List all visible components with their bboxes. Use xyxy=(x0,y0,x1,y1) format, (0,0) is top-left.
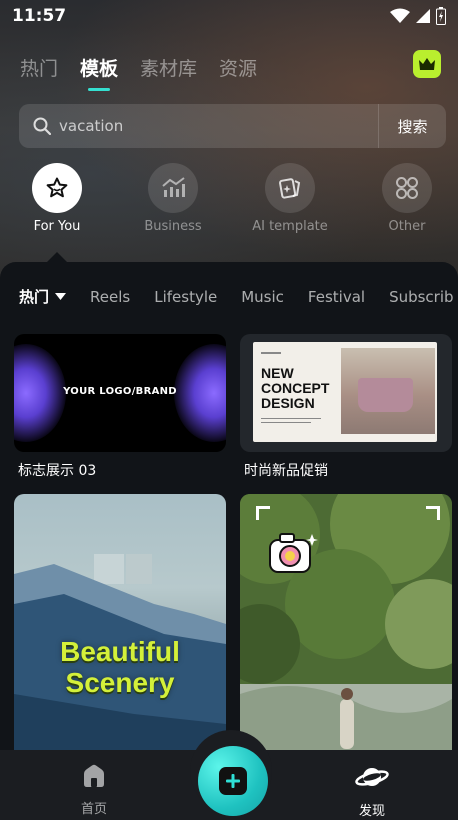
chart-icon xyxy=(162,177,185,197)
card-overlay-text: Beautiful Scenery xyxy=(60,636,180,698)
search-button[interactable]: 搜索 xyxy=(378,104,446,148)
filter-hot-dropdown[interactable]: 热门 xyxy=(19,286,67,307)
tab-hot[interactable]: 热门 xyxy=(20,54,58,81)
status-bar: 11:57 xyxy=(0,0,458,32)
crown-icon xyxy=(419,58,435,70)
plus-icon xyxy=(219,767,247,795)
tab-templates[interactable]: 模板 xyxy=(80,54,118,91)
nav-home[interactable]: 首页 xyxy=(54,764,134,817)
signal-icon xyxy=(416,9,430,23)
template-card-forest[interactable] xyxy=(240,494,452,762)
category-row: For You Business AI template Other xyxy=(0,163,458,243)
wifi-icon xyxy=(390,8,410,23)
category-label: AI template xyxy=(252,219,328,234)
top-tabs: 热门 模板 素材库 资源 xyxy=(20,54,257,91)
poster-text-line xyxy=(261,418,321,419)
tab-resources[interactable]: 资源 xyxy=(219,54,257,81)
battery-icon xyxy=(436,7,446,25)
filter-subscribe[interactable]: Subscrib xyxy=(389,288,453,306)
nav-discover-label: 发现 xyxy=(358,804,385,819)
category-label: Business xyxy=(144,219,202,234)
filter-row: 热门 Reels Lifestyle Music Festival Subscr… xyxy=(19,286,454,307)
filter-reels[interactable]: Reels xyxy=(90,288,130,306)
poster-figure xyxy=(358,378,413,412)
category-for-you[interactable]: For You xyxy=(7,163,107,234)
filter-hot-label: 热门 xyxy=(19,288,50,306)
poster-text-line xyxy=(261,352,281,354)
selection-pointer xyxy=(47,252,67,262)
status-time: 11:57 xyxy=(12,6,67,26)
category-icon-circle xyxy=(148,163,198,213)
grid-icon xyxy=(396,177,418,199)
template-card-fashion[interactable]: NEW CONCEPT DESIGN xyxy=(240,334,452,452)
category-label: For You xyxy=(33,219,81,234)
search-bar: 搜索 xyxy=(19,104,446,148)
category-label: Other xyxy=(388,219,426,234)
search-input[interactable] xyxy=(59,117,378,135)
ai-card-icon xyxy=(279,178,301,199)
filter-festival[interactable]: Festival xyxy=(308,288,365,306)
poster-text-line xyxy=(261,422,311,423)
poster-thumbnail: NEW CONCEPT DESIGN xyxy=(253,342,437,442)
search-icon xyxy=(33,117,51,135)
category-business[interactable]: Business xyxy=(123,163,223,234)
card-overlay-text: YOUR LOGO/BRAND xyxy=(63,386,177,397)
template-title[interactable]: 标志展示 03 xyxy=(18,460,96,480)
frame-corner xyxy=(426,506,440,520)
planet-icon xyxy=(355,768,389,786)
template-card-scenery[interactable]: Beautiful Scenery xyxy=(14,494,226,762)
category-icon-circle xyxy=(382,163,432,213)
category-ai-template[interactable]: AI template xyxy=(240,163,340,234)
card-overlay-text: NEW CONCEPT DESIGN xyxy=(261,365,330,411)
template-title[interactable]: 时尚新品促销 xyxy=(244,460,328,480)
nav-home-label: 首页 xyxy=(80,802,107,817)
status-icons xyxy=(390,7,446,25)
filter-music[interactable]: Music xyxy=(241,288,284,306)
tab-materials[interactable]: 素材库 xyxy=(140,54,197,81)
category-icon-circle xyxy=(32,163,82,213)
filter-lifestyle[interactable]: Lifestyle xyxy=(154,288,217,306)
star-icon xyxy=(46,177,68,198)
category-icon-circle xyxy=(265,163,315,213)
vip-button[interactable] xyxy=(413,50,441,78)
template-card-logo[interactable]: YOUR LOGO/BRAND xyxy=(14,334,226,452)
nav-discover[interactable]: 发现 xyxy=(332,764,412,819)
template-sheet: 热门 Reels Lifestyle Music Festival Subscr… xyxy=(0,262,458,762)
camera-sticker-icon xyxy=(269,533,318,573)
frame-corner xyxy=(256,506,270,520)
caret-down-icon xyxy=(55,293,67,300)
home-icon xyxy=(84,764,104,787)
create-button[interactable] xyxy=(198,746,268,816)
category-other[interactable]: Other xyxy=(357,163,457,234)
